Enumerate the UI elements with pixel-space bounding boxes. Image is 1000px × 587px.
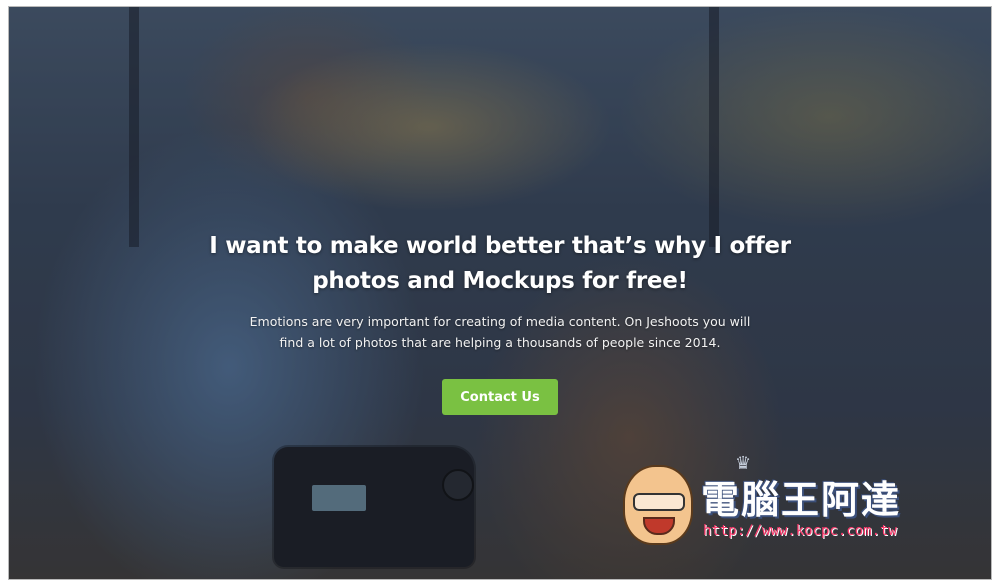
mascot-glasses: [633, 493, 685, 511]
hero-title-line-2: photos and Mockups for free!: [312, 268, 688, 294]
mascot-mouth: [643, 517, 675, 535]
watermark-title: 電腦王阿達: [701, 478, 902, 522]
hero-subtitle-line-2: find a lot of photos that are helping a …: [279, 335, 721, 350]
contact-us-button[interactable]: Contact Us: [442, 379, 558, 415]
hero-title: I want to make world better that’s why I…: [190, 229, 810, 299]
hero-title-line-1: I want to make world better that’s why I…: [209, 233, 791, 259]
hero-subtitle: Emotions are very important for creating…: [220, 311, 780, 353]
watermark-logo: ♛ 電腦王阿達 http://www.kocpc.com.tw: [623, 453, 963, 553]
hero-subtitle-line-1: Emotions are very important for creating…: [249, 314, 751, 329]
mascot-face-icon: [623, 465, 693, 545]
hero-section: I want to make world better that’s why I…: [8, 6, 992, 580]
hero-content: I want to make world better that’s why I…: [9, 229, 991, 415]
watermark-url: http://www.kocpc.com.tw: [703, 523, 897, 539]
